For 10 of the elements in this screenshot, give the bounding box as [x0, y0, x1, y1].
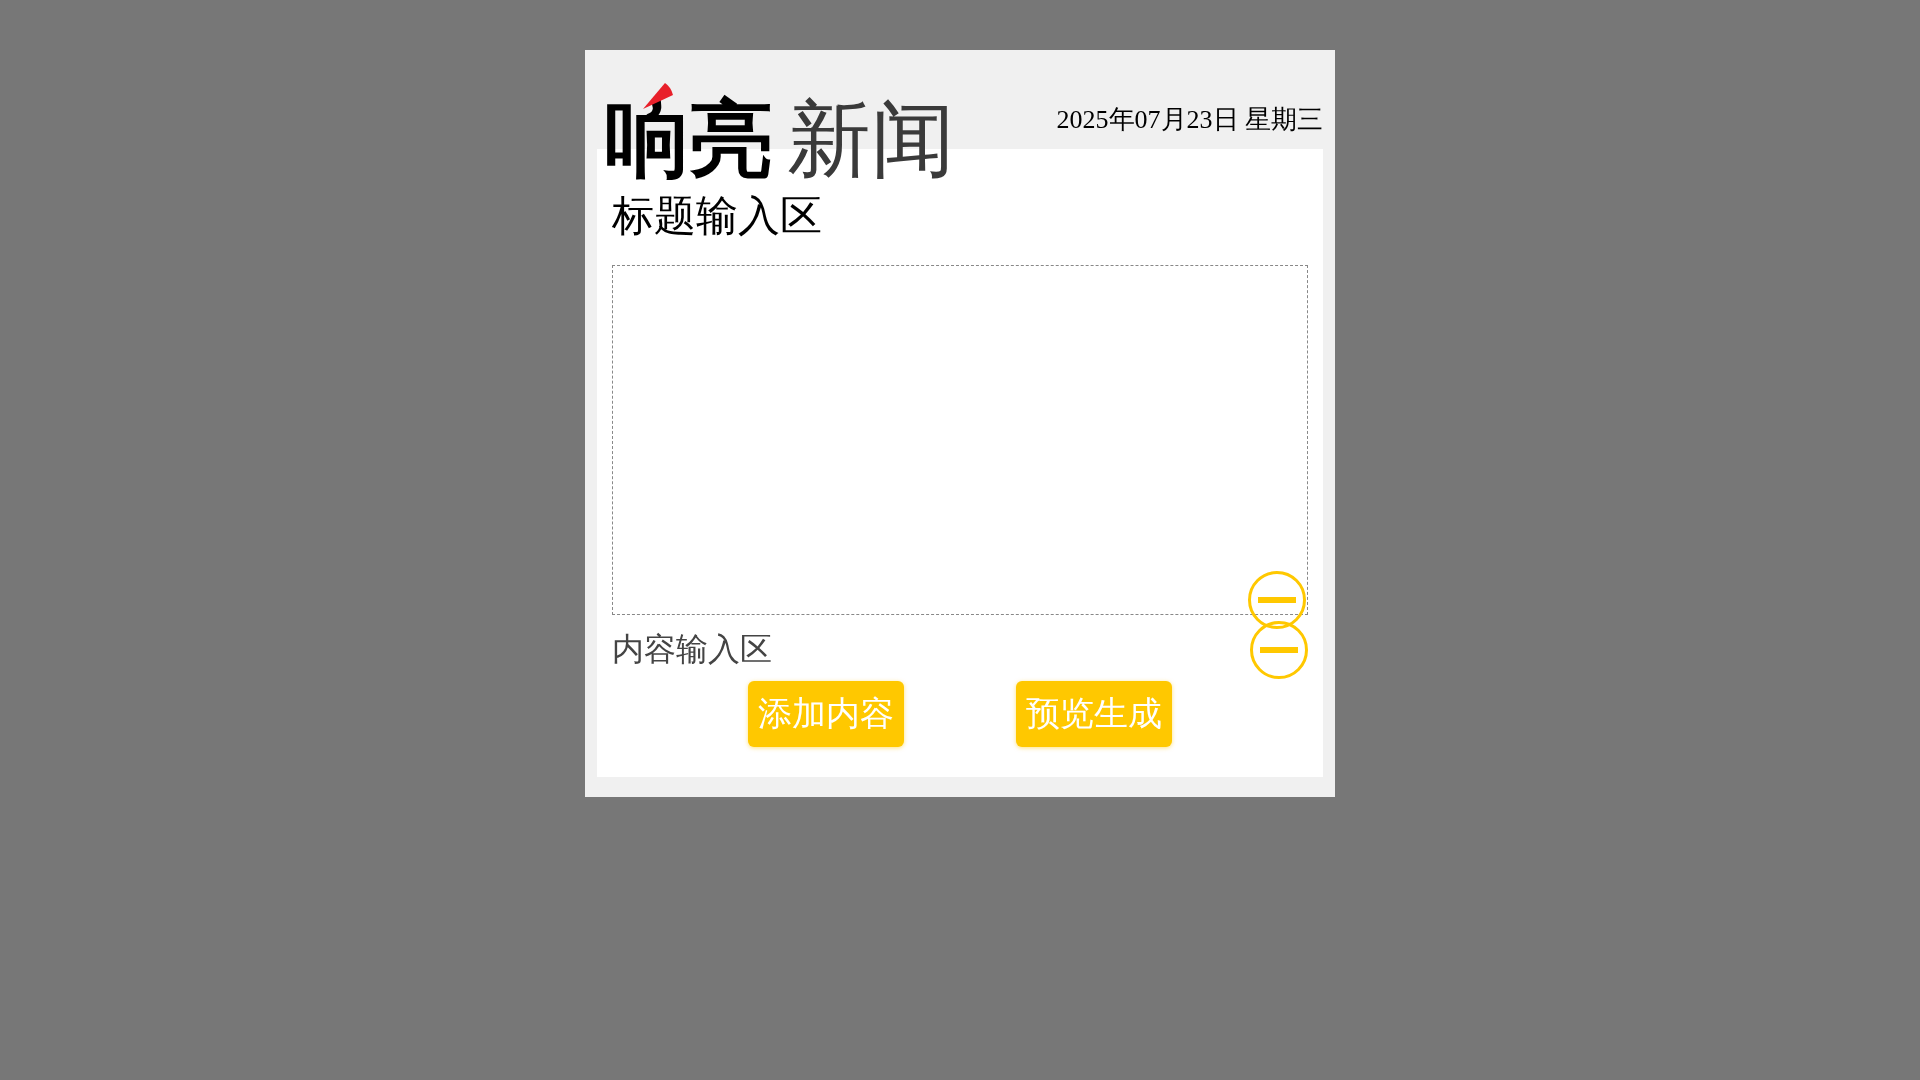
date-text: 2025年07月23日 星期三: [1056, 104, 1323, 136]
action-button[interactable]: 添加内容: [748, 681, 904, 748]
content-label: 内容输入区: [612, 629, 772, 671]
logo-text: 响亮: [605, 97, 773, 181]
logo-text: 新闻: [787, 97, 955, 181]
remove-icon[interactable]: [1248, 571, 1306, 630]
text-area[interactable]: [612, 265, 1308, 616]
title-label: 标题输入区: [612, 193, 823, 240]
action-button[interactable]: 预览生成: [1016, 681, 1172, 748]
remove-icon[interactable]: [1250, 621, 1308, 680]
